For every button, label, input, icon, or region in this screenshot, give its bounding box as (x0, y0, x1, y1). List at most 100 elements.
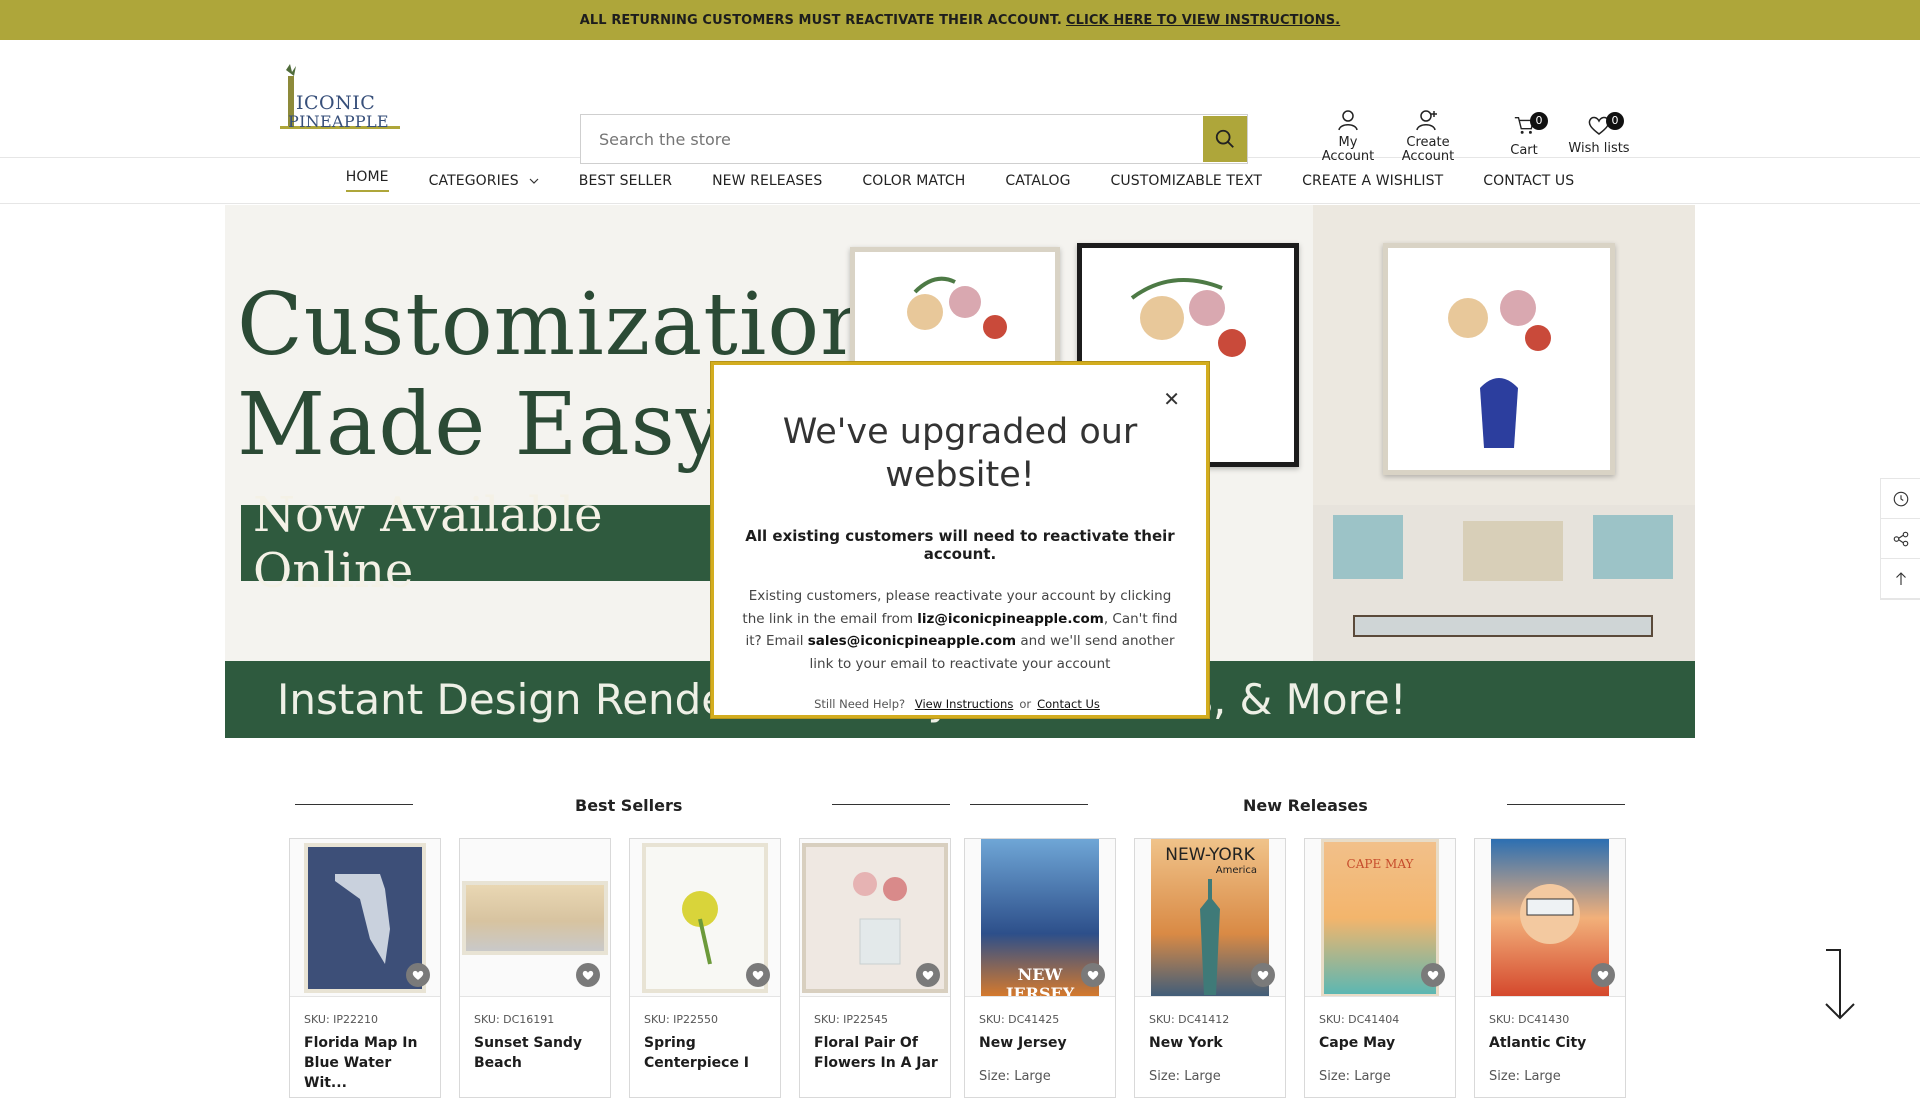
divider-line (832, 804, 950, 805)
product-card[interactable]: NEW JERSEY SKU: DC41425 New Jersey Size:… (964, 838, 1116, 1098)
wishlist-heart-icon[interactable] (1421, 963, 1445, 987)
banner-headline-line1: Customization (237, 275, 877, 375)
wishlist-heart-icon[interactable] (406, 963, 430, 987)
product-size: Size: Large (1319, 1069, 1391, 1084)
search-input[interactable] (581, 115, 1203, 163)
arrow-down-icon[interactable] (1822, 948, 1858, 1022)
wishlist-heart-icon[interactable] (1591, 963, 1615, 987)
chevron-down-icon (529, 178, 539, 184)
divider-line (295, 804, 413, 805)
product-card[interactable]: SKU: DC41430 Atlantic City Size: Large (1474, 838, 1626, 1098)
wishlist-heart-icon[interactable] (746, 963, 770, 987)
contact-us-link[interactable]: Contact Us (1037, 697, 1100, 711)
product-sku: SKU: IP22550 (644, 1013, 719, 1026)
divider-line (970, 804, 1088, 805)
my-account-link[interactable]: My Account (1318, 108, 1378, 164)
share-icon (1893, 531, 1908, 546)
product-name[interactable]: New York (1149, 1033, 1279, 1053)
wishlist-link[interactable]: 0 Wish lists (1566, 112, 1632, 156)
product-card[interactable]: SKU: IP22545 Floral Pair Of Flowers In A… (799, 838, 951, 1098)
wishlist-heart-icon[interactable] (916, 963, 940, 987)
product-name[interactable]: Floral Pair Of Flowers In A Jar (814, 1033, 944, 1073)
wishlist-heart-icon[interactable] (1251, 963, 1275, 987)
poster-text: NEW JERSEY (1005, 965, 1075, 997)
statue-of-liberty-image (1200, 879, 1220, 995)
atlantic-city-poster-image (1520, 884, 1580, 944)
modal-or-text: or (1019, 697, 1032, 711)
search-button[interactable] (1203, 116, 1247, 162)
nav-new-releases[interactable]: NEW RELEASES (692, 158, 842, 204)
product-card[interactable]: NEW-YORK America SKU: DC41412 New York S… (1134, 838, 1286, 1098)
modal-help: Still Need Help? View Instructions or Cont… (714, 697, 1206, 711)
nav-customizable-text[interactable]: CUSTOMIZABLE TEXT (1091, 158, 1283, 204)
product-sku: SKU: IP22210 (304, 1013, 379, 1026)
product-sku: SKU: DC41404 (1319, 1013, 1400, 1026)
announcement-link[interactable]: CLICK HERE TO VIEW INSTRUCTIONS. (1066, 13, 1340, 28)
cart-link[interactable]: 0 Cart (1502, 112, 1548, 158)
product-name[interactable]: Florida Map In Blue Water Wit... (304, 1033, 434, 1093)
nav-color-match[interactable]: COLOR MATCH (842, 158, 985, 204)
product-name[interactable]: New Jersey (979, 1033, 1109, 1053)
product-sku: SKU: DC41430 (1489, 1013, 1570, 1026)
poster-text: NEW-YORK (1165, 845, 1255, 865)
site-header: ICONIC PINEAPPLE My Account Create Accou… (0, 40, 1920, 164)
product-name[interactable]: Sunset Sandy Beach (474, 1033, 604, 1073)
nav-best-seller[interactable]: BEST SELLER (559, 158, 692, 204)
create-account-link[interactable]: Create Account (1398, 108, 1458, 164)
side-toolbar (1880, 478, 1920, 600)
history-icon (1893, 491, 1908, 506)
site-logo[interactable]: ICONIC PINEAPPLE (280, 62, 400, 138)
share-button[interactable] (1881, 519, 1920, 559)
cart-count-badge: 0 (1530, 112, 1548, 130)
nav-create-wishlist[interactable]: CREATE A WISHLIST (1282, 158, 1463, 204)
product-name[interactable]: Cape May (1319, 1033, 1449, 1053)
nav-catalog-label: CATALOG (1005, 172, 1071, 189)
framed-art-3 (1383, 243, 1615, 475)
announcement-bar: ALL RETURNING CUSTOMERS MUST REACTIVATE … (0, 0, 1920, 40)
wishlist-heart-icon[interactable] (576, 963, 600, 987)
product-sku: SKU: DC41412 (1149, 1013, 1230, 1026)
close-icon[interactable]: ✕ (1163, 387, 1180, 411)
my-account-line1: My (1338, 135, 1358, 150)
vase-art-image (1448, 290, 1551, 448)
poster-text: CAPE MAY (1346, 857, 1414, 871)
product-sku: SKU: DC16191 (474, 1013, 555, 1026)
nav-home-label: HOME (345, 169, 389, 192)
create-account-line1: Create (1406, 135, 1450, 150)
nav-catalog[interactable]: CATALOG (985, 158, 1090, 204)
back-to-top-button[interactable] (1881, 559, 1920, 599)
user-icon (1338, 110, 1358, 131)
nav-create-wishlist-label: CREATE A WISHLIST (1302, 172, 1444, 189)
wishlist-count-badge: 0 (1606, 112, 1624, 130)
recently-viewed-button[interactable] (1881, 479, 1920, 519)
search-bar (580, 114, 1248, 164)
nav-home[interactable]: HOME (326, 158, 409, 204)
nav-categories-label: CATEGORIES (428, 172, 519, 189)
add-user-icon (1416, 110, 1437, 131)
nav-categories[interactable]: CATEGORIES (409, 158, 559, 204)
product-name[interactable]: Atlantic City (1489, 1033, 1619, 1053)
sofa-image (1313, 505, 1695, 661)
modal-title: We've upgraded our website! (782, 412, 1138, 495)
view-instructions-link[interactable]: View Instructions (915, 697, 1014, 711)
product-name[interactable]: Spring Centerpiece I (644, 1033, 774, 1073)
nav-contact-us[interactable]: CONTACT US (1463, 158, 1594, 204)
logo-text-1: ICONIC (296, 92, 376, 114)
banner-pill: Now Available Online (241, 487, 761, 599)
product-card[interactable]: SKU: IP22210 Florida Map In Blue Water W… (289, 838, 441, 1098)
product-sku: SKU: IP22545 (814, 1013, 889, 1026)
arrow-up-icon (1895, 571, 1906, 585)
nav-customizable-text-label: CUSTOMIZABLE TEXT (1110, 172, 1263, 189)
product-card[interactable]: SKU: IP22550 Spring Centerpiece I (629, 838, 781, 1098)
cart-label: Cart (1510, 143, 1538, 158)
flower-art-image (682, 891, 718, 965)
modal-lead: All existing customers will need to reac… (745, 527, 1175, 563)
product-card[interactable]: CAPE MAY SKU: DC41404 Cape May Size: Lar… (1304, 838, 1456, 1098)
section-title-best-sellers: Best Sellers (575, 796, 683, 815)
flower-jar-image (853, 872, 907, 965)
wishlist-heart-icon[interactable] (1081, 963, 1105, 987)
product-size: Size: Large (979, 1069, 1051, 1084)
product-card[interactable]: SKU: DC16191 Sunset Sandy Beach (459, 838, 611, 1098)
florida-map-image (335, 874, 390, 964)
divider-line (1507, 804, 1625, 805)
